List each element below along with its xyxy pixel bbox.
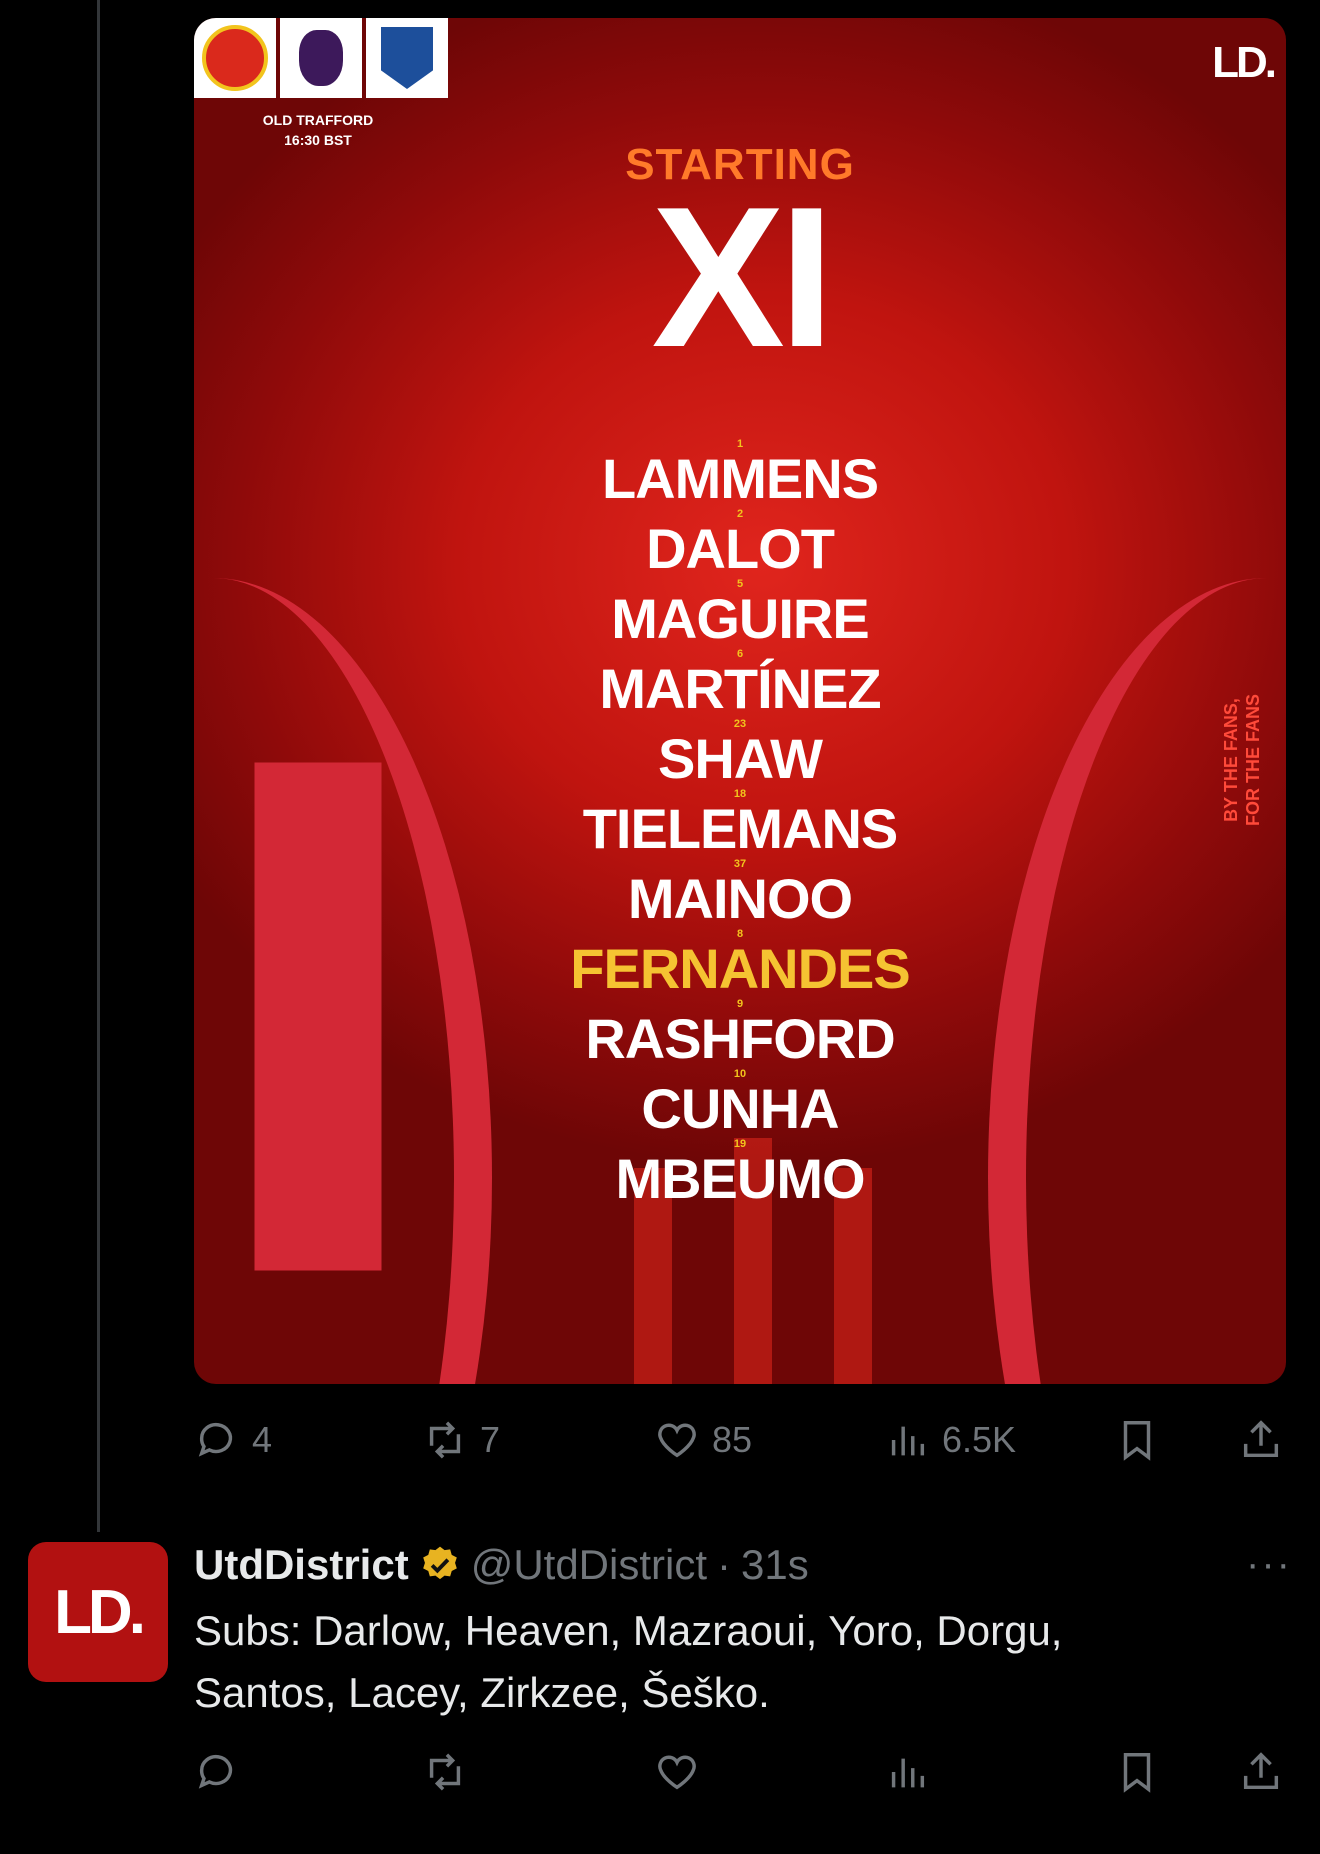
display-name[interactable]: UtdDistrict — [194, 1541, 409, 1589]
timestamp[interactable]: 31s — [741, 1541, 809, 1589]
repost-icon — [429, 1421, 461, 1459]
player-row: 1 LAMMENS — [194, 438, 1286, 510]
repost-icon — [429, 1753, 461, 1791]
tweet2-action-bar — [194, 1742, 1286, 1802]
reply-button[interactable]: 4 — [194, 1410, 272, 1470]
user-handle[interactable]: @UtdDistrict — [471, 1541, 707, 1589]
reply-icon — [198, 1754, 233, 1789]
player-row: 5 MAGUIRE — [194, 578, 1286, 650]
player-name: MAINOO — [627, 867, 853, 930]
like-button[interactable]: 85 — [654, 1410, 752, 1470]
player-name: MAGUIRE — [611, 587, 869, 650]
share-icon — [1243, 1420, 1279, 1458]
player-row: 23 SHAW — [194, 718, 1286, 790]
player-name: DALOT — [646, 517, 835, 580]
avatar[interactable]: LD. — [28, 1542, 168, 1682]
player-name: FERNANDES — [570, 937, 910, 1000]
repost-button[interactable]: 7 — [422, 1410, 500, 1470]
share-button[interactable] — [1238, 1410, 1284, 1470]
club-crests — [194, 18, 448, 98]
xi-label: XI — [651, 166, 835, 389]
player-row: 9 RASHFORD — [194, 998, 1286, 1070]
repost-count: 7 — [480, 1419, 501, 1460]
tagline-line-1: BY THE FANS, — [1221, 698, 1241, 822]
views-count: 6.5K — [942, 1419, 1017, 1460]
thread-connector-line — [97, 0, 100, 1532]
player-row: 37 MAINOO — [194, 858, 1286, 930]
separator-dot: · — [717, 1541, 731, 1588]
tweet1-action-bar: 4 7 85 6.5K — [194, 1410, 1286, 1470]
player-name: LAMMENS — [601, 447, 879, 510]
player-row-captain: 8 FERNANDES — [194, 928, 1286, 1000]
premier-league-logo-icon — [280, 18, 362, 98]
tweet-text-line: Subs: Darlow, Heaven, Mazraoui, Yoro, Do… — [194, 1607, 1063, 1654]
player-row: 6 MARTÍNEZ — [194, 648, 1286, 720]
reply-icon — [198, 1422, 233, 1457]
views-button[interactable] — [884, 1742, 930, 1802]
verified-icon — [422, 1546, 457, 1580]
tagline-line-2: FOR THE FANS — [1243, 694, 1263, 827]
bookmark-button[interactable] — [1114, 1742, 1160, 1802]
player-name: RASHFORD — [585, 1007, 895, 1070]
player-name: MARTÍNEZ — [599, 657, 881, 720]
reply-button[interactable] — [194, 1742, 240, 1802]
player-name: SHAW — [658, 727, 823, 790]
player-row: 2 DALOT — [194, 508, 1286, 580]
share-button[interactable] — [1238, 1742, 1284, 1802]
player-name: TIELEMANS — [582, 797, 899, 860]
manchester-united-crest-icon — [194, 18, 276, 98]
player-row: 18 TIELEMANS — [194, 788, 1286, 860]
more-icon[interactable]: ··· — [1246, 1542, 1292, 1587]
venue-text: OLD TRAFFORD — [262, 112, 374, 128]
share-icon — [1243, 1752, 1279, 1790]
tweet2-text: Subs: Darlow, Heaven, Mazraoui, Yoro, Do… — [194, 1600, 1254, 1724]
views-button[interactable]: 6.5K — [884, 1410, 1016, 1470]
like-button[interactable] — [654, 1742, 700, 1802]
like-icon — [658, 1423, 696, 1458]
ipswich-town-crest-icon — [366, 18, 448, 98]
brand-logo: LD. — [1212, 38, 1277, 87]
bookmark-button[interactable] — [1114, 1410, 1160, 1470]
views-icon — [891, 1758, 925, 1788]
like-icon — [658, 1755, 696, 1790]
tweet-text-line: Santos, Lacey, Zirkzee, Šeško. — [194, 1669, 770, 1716]
player-name: MBEUMO — [615, 1147, 865, 1210]
views-icon — [891, 1426, 925, 1456]
fans-tagline: BY THE FANS, FOR THE FANS — [1220, 650, 1264, 870]
player-row: 19 MBEUMO — [194, 1138, 1286, 1210]
bookmark-icon — [1123, 1753, 1151, 1793]
reply-count: 4 — [252, 1419, 273, 1460]
tweet2-header: UtdDistrict @UtdDistrict · 31s — [194, 1540, 809, 1590]
player-row: 10 CUNHA — [194, 1068, 1286, 1140]
player-list: 1 LAMMENS 2 DALOT 5 MAGUIRE 6 MARTÍNEZ 23 SHA… — [194, 438, 1286, 1210]
player-name: CUNHA — [641, 1077, 839, 1140]
bookmark-icon — [1123, 1421, 1151, 1461]
like-count: 85 — [712, 1419, 753, 1460]
repost-button[interactable] — [422, 1742, 468, 1802]
lineup-graphic[interactable]: OLD TRAFFORD 16:30 BST LD. STARTING XI 1… — [194, 18, 1286, 1384]
